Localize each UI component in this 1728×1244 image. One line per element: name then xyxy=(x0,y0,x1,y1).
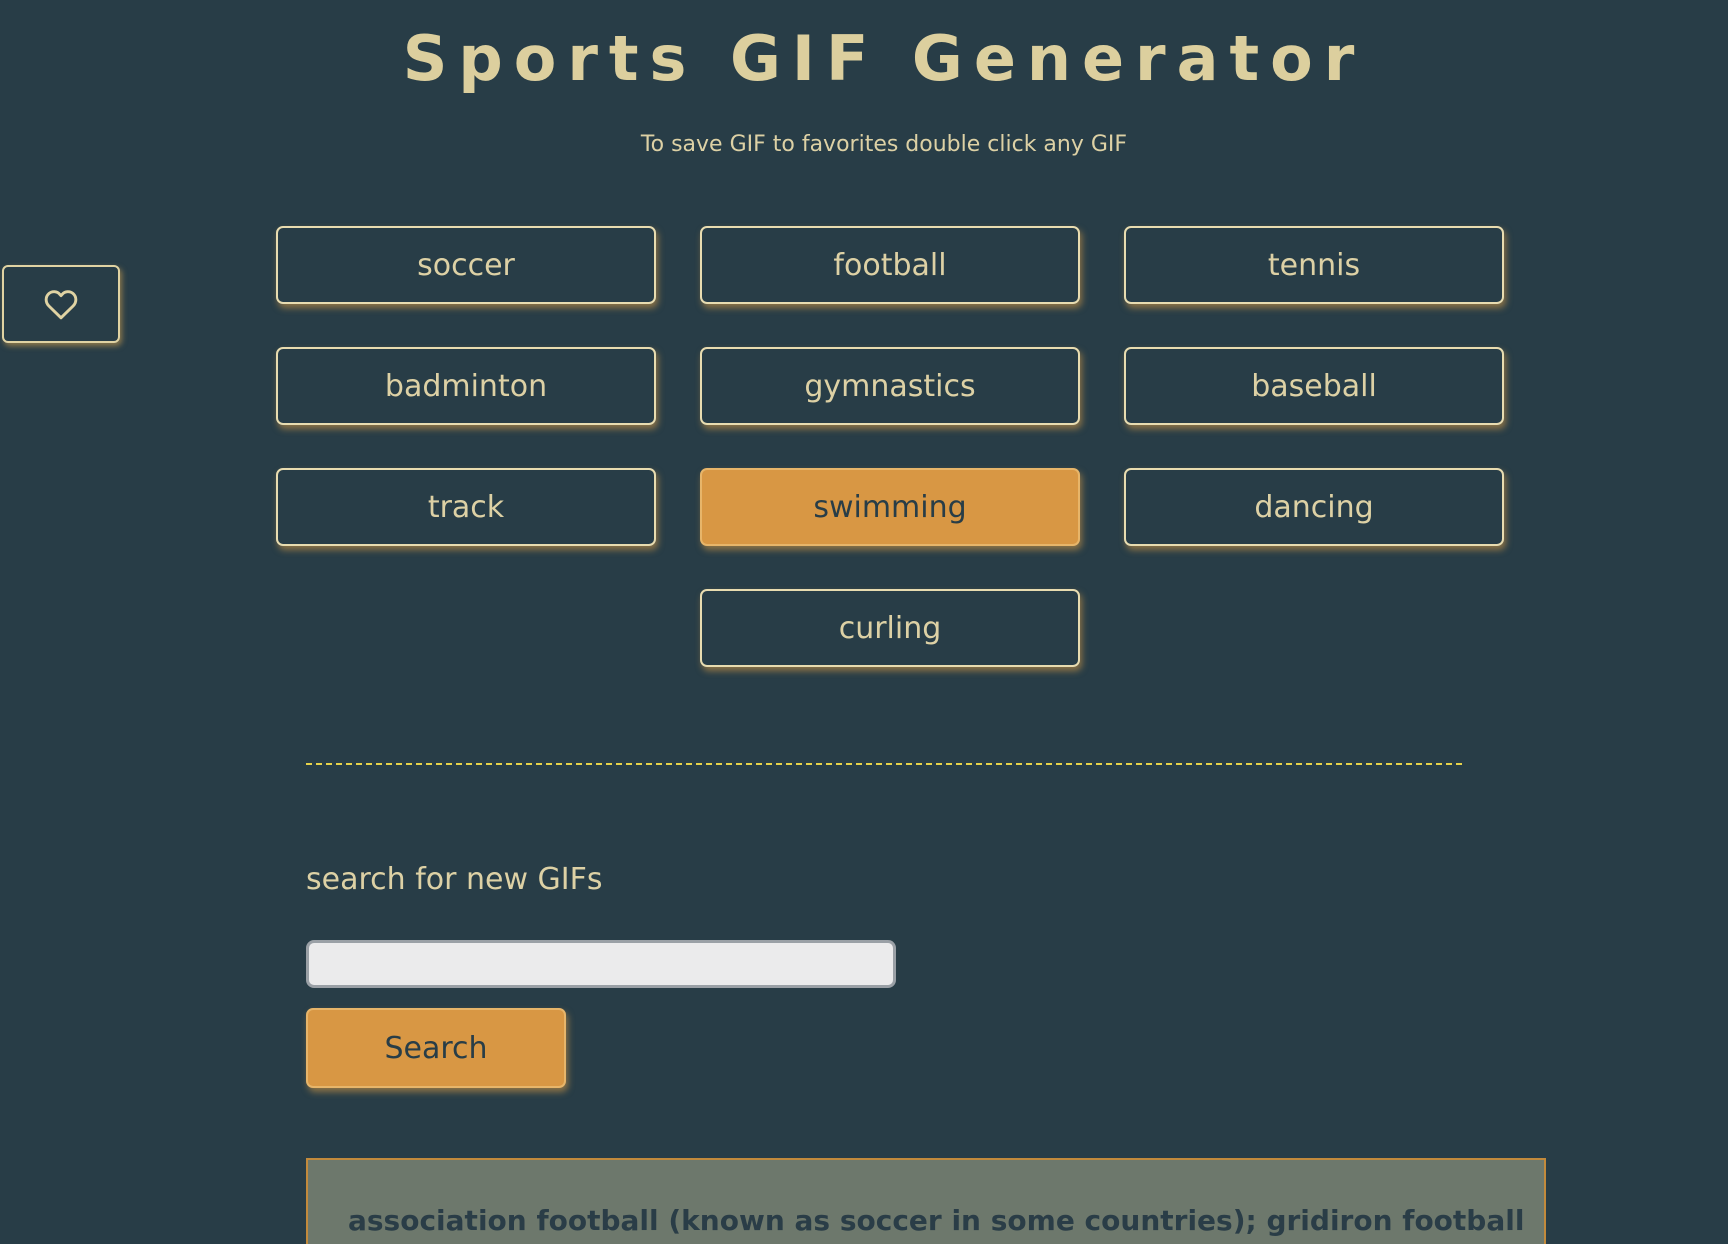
heart-icon xyxy=(44,290,78,320)
topic-button-football[interactable]: football xyxy=(700,226,1080,304)
search-input[interactable] xyxy=(306,940,896,988)
search-button[interactable]: Search xyxy=(306,1008,566,1088)
topic-button-gymnastics[interactable]: gymnastics xyxy=(700,347,1080,425)
section-divider xyxy=(306,763,1462,765)
topic-button-tennis[interactable]: tennis xyxy=(1124,226,1504,304)
topic-button-baseball[interactable]: baseball xyxy=(1124,347,1504,425)
favorites-button[interactable] xyxy=(2,265,120,343)
topic-button-badminton[interactable]: badminton xyxy=(276,347,656,425)
topic-button-curling[interactable]: curling xyxy=(700,589,1080,667)
topic-button-dancing[interactable]: dancing xyxy=(1124,468,1504,546)
topic-button-swimming[interactable]: swimming xyxy=(700,468,1080,546)
search-label: search for new GIFs xyxy=(306,862,603,897)
result-panel: association football (known as soccer in… xyxy=(306,1158,1546,1244)
page-title: Sports GIF Generator xyxy=(402,22,1366,95)
page-subtitle: To save GIF to favorites double click an… xyxy=(640,132,1128,157)
topic-button-track[interactable]: track xyxy=(276,468,656,546)
result-description: association football (known as soccer in… xyxy=(348,1204,1525,1237)
topic-button-soccer[interactable]: soccer xyxy=(276,226,656,304)
